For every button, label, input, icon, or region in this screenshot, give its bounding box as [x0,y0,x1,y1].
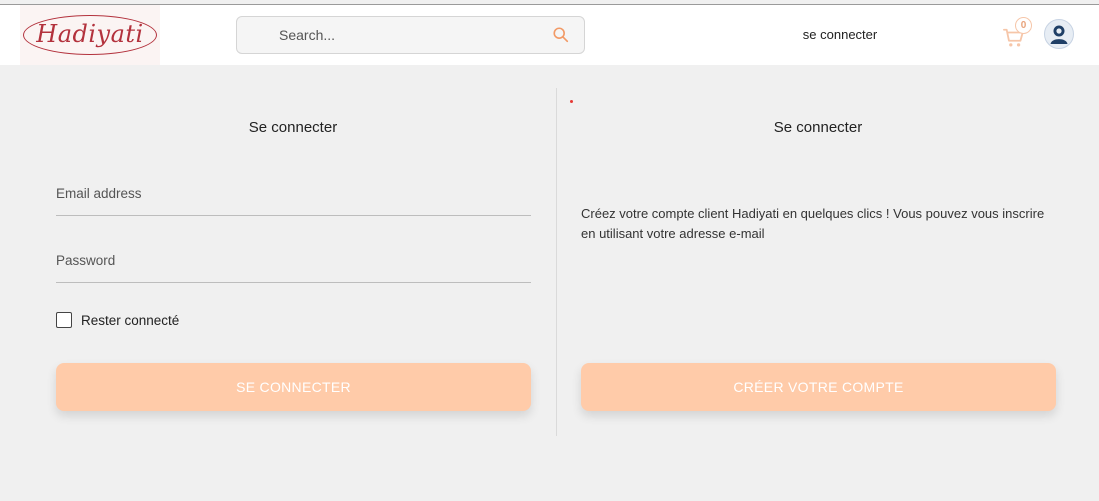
remember-me[interactable]: Rester connecté [56,312,179,328]
remember-checkbox[interactable] [56,312,72,328]
search-bar [236,16,585,54]
login-button[interactable]: SE CONNECTER [56,363,531,411]
logo-text: Hadiyati [23,15,157,55]
cart-count-badge: 0 [1015,17,1032,34]
header: Hadiyati se connecter 0 [0,5,1099,65]
panel-divider [556,88,557,436]
logo[interactable]: Hadiyati [20,5,160,65]
cart-button[interactable]: 0 [1003,17,1033,51]
user-icon [1050,25,1068,44]
register-description: Créez votre compte client Hadiyati en qu… [581,206,1045,241]
login-title: Se connecter [248,119,338,136]
password-input[interactable] [56,249,531,268]
search-input[interactable] [279,27,552,43]
search-icon[interactable] [552,26,570,44]
create-account-button[interactable]: CRÉER VOTRE COMPTE [581,363,1056,411]
email-field [56,182,531,216]
email-input[interactable] [56,182,531,201]
register-title: Se connecter [773,119,863,136]
red-dot [570,100,573,103]
user-avatar[interactable] [1044,19,1074,49]
login-link[interactable]: se connecter [760,27,920,42]
password-field [56,249,531,283]
remember-label: Rester connecté [81,312,180,328]
